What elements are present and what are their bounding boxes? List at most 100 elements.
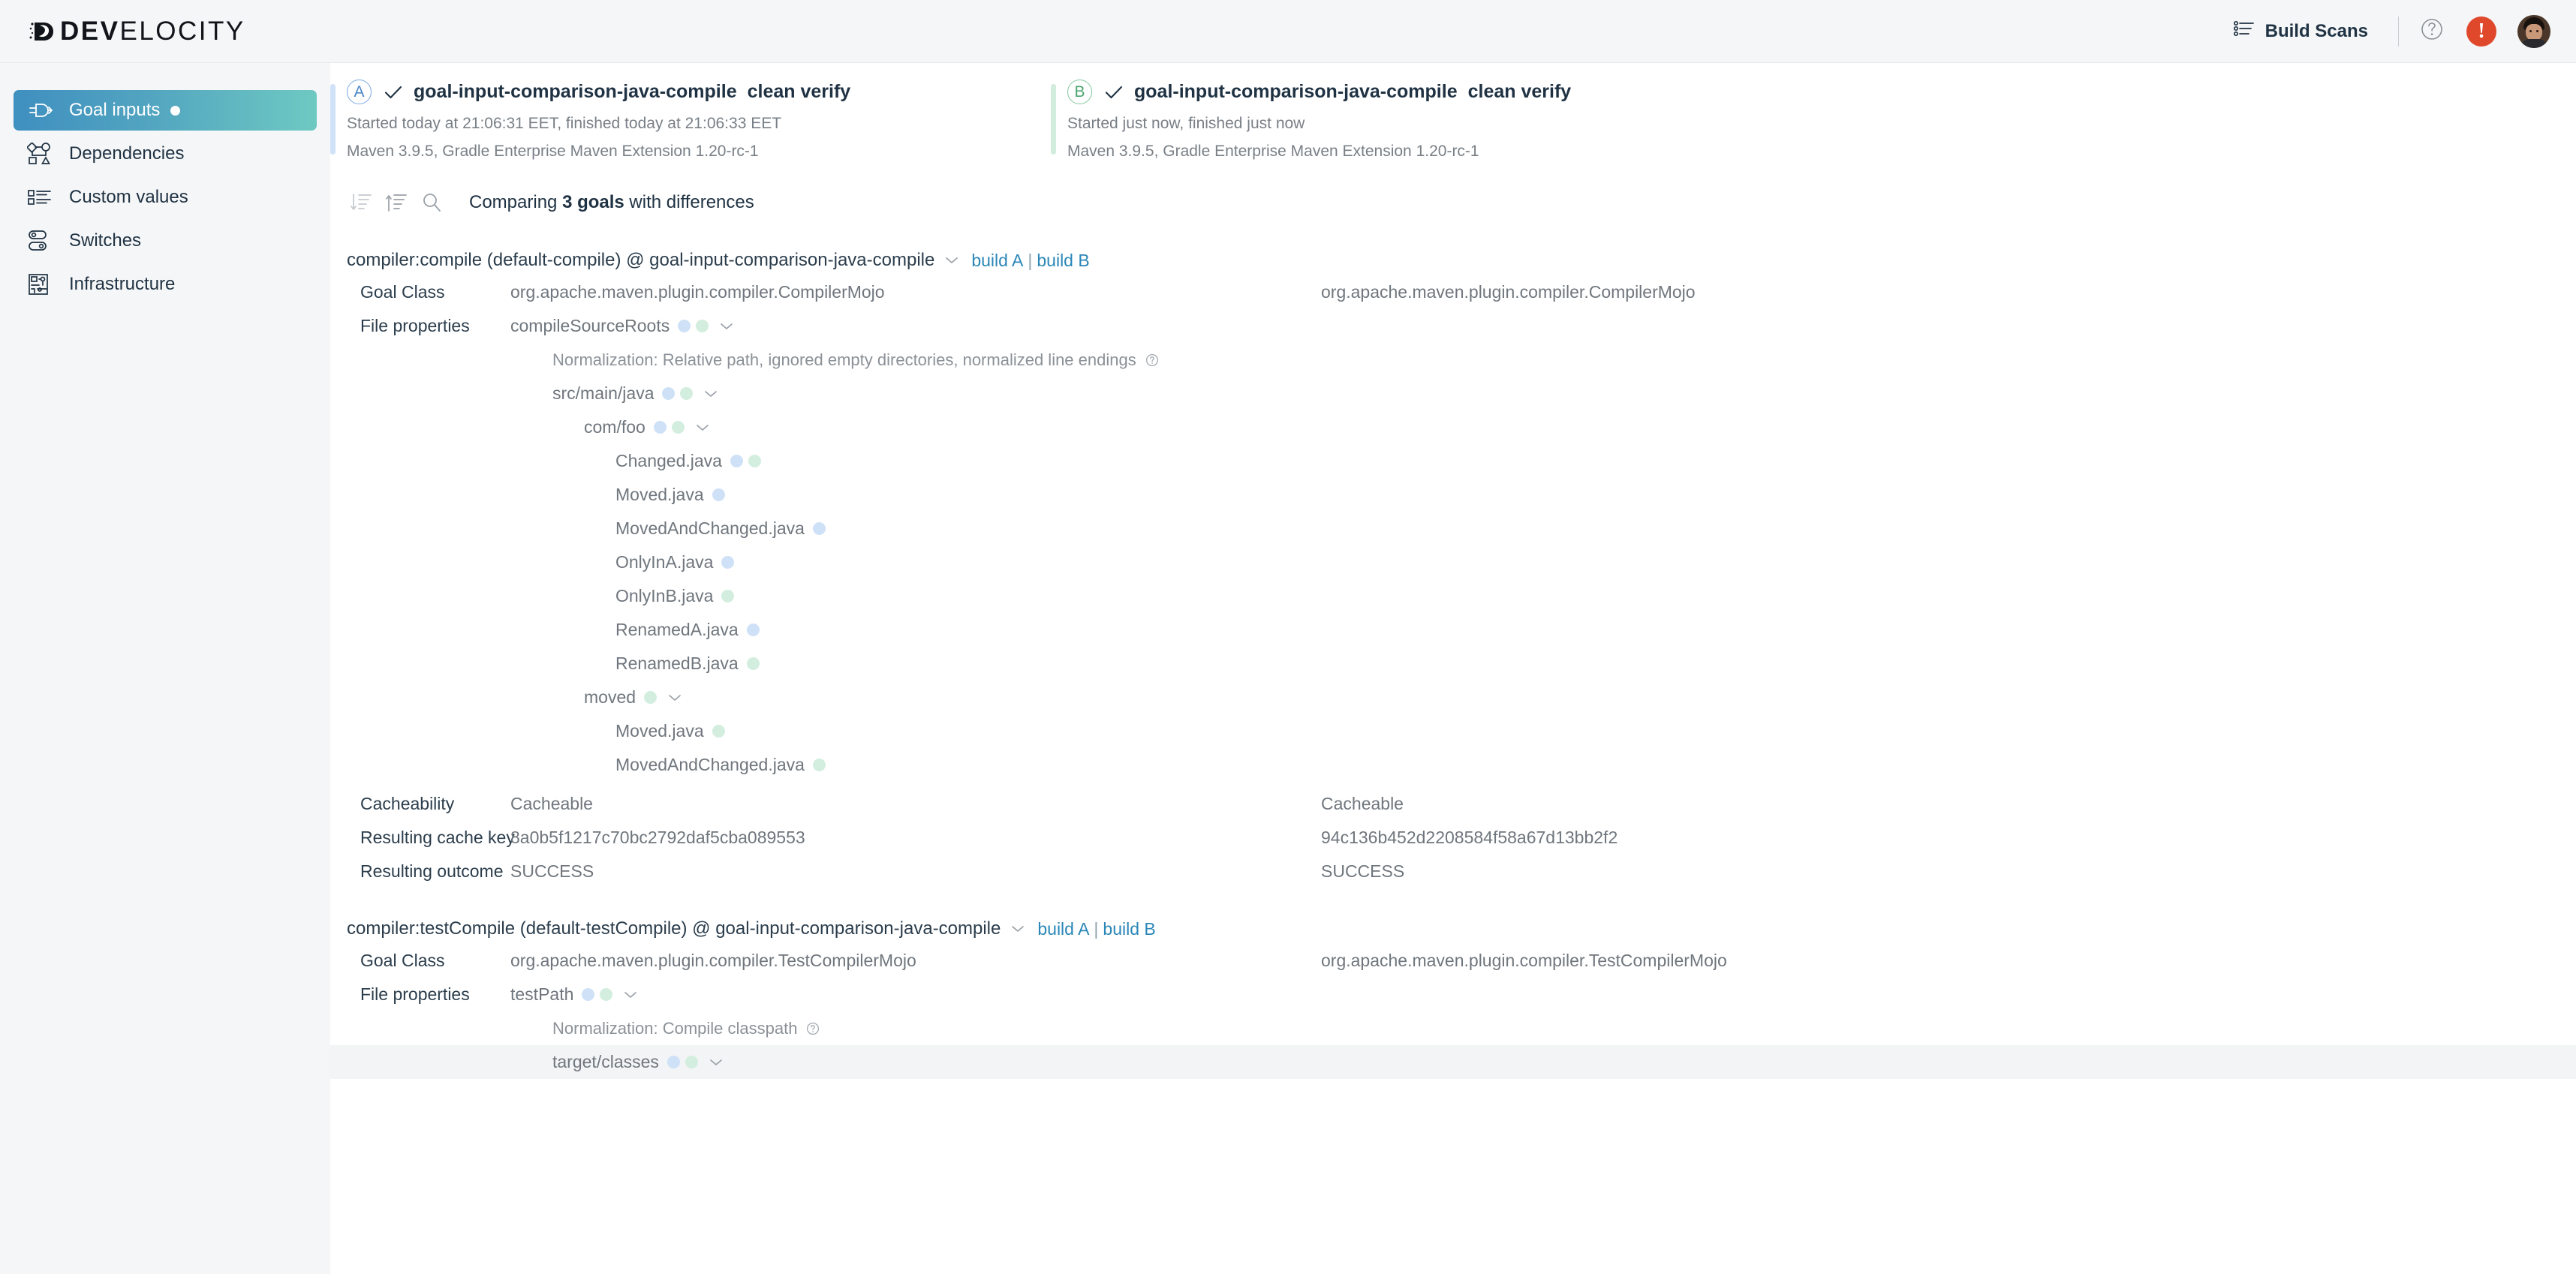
search-icon[interactable]	[417, 188, 446, 217]
presence-dot-b	[746, 657, 760, 670]
tree-row-renamed-a-java[interactable]: RenamedA.java	[330, 613, 2576, 647]
presence-dot-a	[712, 488, 725, 501]
sidebar-item-custom-values[interactable]: Custom values	[14, 177, 317, 218]
chevron-down-icon[interactable]	[695, 422, 710, 433]
top-header-bar: DEVELOCITY Build Scans !	[0, 0, 2576, 63]
goal-1-file-tree: src/main/java com/foo Changed.java Moved…	[330, 377, 2576, 782]
chevron-down-icon[interactable]	[667, 693, 682, 703]
sidebar-item-goal-inputs[interactable]: Goal inputs	[14, 90, 317, 131]
tree-row-com-foo[interactable]: com/foo	[330, 410, 2576, 444]
goal-1-cache-key-b: 94c136b452d2208584f58a67d13bb2f2	[1321, 828, 1618, 847]
goal-2-goal-class-a: org.apache.maven.plugin.compiler.TestCom…	[510, 951, 916, 970]
chevron-down-icon[interactable]	[944, 255, 959, 266]
chevron-down-icon[interactable]	[709, 1057, 724, 1068]
presence-dot-a	[746, 623, 760, 636]
chevron-down-icon[interactable]	[703, 389, 718, 399]
tree-node-name: Moved.java	[615, 485, 704, 504]
toggle-switches-icon	[27, 230, 57, 252]
dependency-graph-icon	[27, 143, 57, 165]
develocity-logo-icon	[29, 17, 59, 47]
goal-1-build-b-link[interactable]: build B	[1037, 251, 1089, 270]
presence-dot-a	[730, 455, 743, 467]
help-button[interactable]	[2418, 16, 2445, 47]
comparison-summary-text: Comparing 3 goals with differences	[469, 192, 754, 213]
chevron-down-icon[interactable]	[1010, 924, 1025, 934]
avatar-eye-left	[2529, 29, 2532, 32]
sidebar-item-switches[interactable]: Switches	[14, 221, 317, 261]
avatar-shoulders	[2520, 38, 2547, 48]
tree-node-name: src/main/java	[552, 383, 655, 403]
goal-1-goal-class-b: org.apache.maven.plugin.compiler.Compile…	[1321, 282, 1696, 302]
sidebar-item-label: Infrastructure	[69, 274, 176, 294]
presence-dots	[721, 556, 735, 569]
tree-row-target-classes[interactable]: target/classes	[330, 1045, 2576, 1079]
tree-node-name: target/classes	[552, 1052, 659, 1071]
presence-dot-a	[667, 1056, 680, 1068]
goal-2-build-a-link[interactable]: build A	[1037, 919, 1089, 939]
goal-1-file-property: compileSourceRoots	[510, 309, 1321, 343]
normalization-text: Normalization: Compile classpath	[552, 1019, 798, 1038]
goal-1-header: compiler:compile (default-compile) @ goa…	[330, 250, 2576, 271]
goal-2-file-properties-row: File properties testPath	[330, 978, 2576, 1011]
presence-dot-b	[721, 590, 735, 602]
check-icon	[384, 84, 403, 101]
tree-node-name: Changed.java	[615, 451, 722, 470]
presence-dots	[712, 488, 725, 501]
chevron-down-icon[interactable]	[719, 321, 734, 332]
goal-1-cacheability-b: Cacheable	[1321, 794, 1404, 813]
normalization-text: Normalization: Relative path, ignored em…	[552, 350, 1136, 369]
goal-2-file-property: testPath	[510, 978, 1321, 1011]
tree-row-renamed-b-java[interactable]: RenamedB.java	[330, 647, 2576, 681]
tree-row-only-in-b-java[interactable]: OnlyInB.java	[330, 579, 2576, 613]
presence-dot-b	[600, 988, 613, 1001]
presence-dot-a	[721, 556, 735, 569]
goal-1-build-a-link[interactable]: build A	[971, 251, 1023, 270]
tree-row-moved-folder-moved-java[interactable]: Moved.java	[330, 714, 2576, 748]
presence-dots	[582, 988, 613, 1001]
presence-dots	[746, 657, 760, 670]
presence-dot-b	[680, 387, 694, 400]
sidebar-item-label: Goal inputs	[69, 100, 161, 120]
build-scans-button[interactable]: Build Scans	[2223, 15, 2379, 47]
presence-dots	[812, 759, 826, 771]
user-avatar[interactable]	[2517, 14, 2550, 48]
file-property-name: testPath	[510, 984, 574, 1004]
tree-row-only-in-a-java[interactable]: OnlyInA.java	[330, 545, 2576, 579]
question-circle-icon[interactable]	[805, 1021, 820, 1036]
presence-dots	[653, 421, 685, 434]
sidebar-item-dependencies[interactable]: Dependencies	[14, 134, 317, 174]
collapse-all-icon[interactable]	[347, 188, 375, 217]
presence-dot-a	[582, 988, 595, 1001]
goal-2-build-b-link[interactable]: build B	[1103, 919, 1155, 939]
sidebar-item-infrastructure[interactable]: Infrastructure	[14, 264, 317, 305]
presence-dots	[721, 590, 735, 602]
link-separator: |	[1028, 250, 1033, 270]
row-label: Goal Class	[360, 282, 445, 302]
presence-dot-a	[678, 320, 691, 332]
tree-node-name: OnlyInB.java	[615, 586, 714, 605]
header-divider	[2398, 16, 2399, 47]
file-property-name: compileSourceRoots	[510, 316, 670, 335]
tree-row-moved-folder[interactable]: moved	[330, 681, 2576, 714]
build-b-goals: clean verify	[1467, 81, 1572, 102]
build-a-timing: Started today at 21:06:31 EET, finished …	[347, 115, 782, 132]
goal-1-outcome-row: Resulting outcome SUCCESS SUCCESS	[330, 855, 2576, 888]
alert-exclamation-glyph: !	[2478, 19, 2485, 43]
question-circle-icon[interactable]	[1145, 353, 1160, 368]
tree-row-changed-java[interactable]: Changed.java	[330, 444, 2576, 478]
goal-build-links: build A | build B	[971, 251, 1089, 271]
tree-row-src-main-java[interactable]: src/main/java	[330, 377, 2576, 410]
goal-section-compiler-test-compile: compiler:testCompile (default-testCompil…	[330, 918, 2576, 1079]
goal-1-file-properties-row: File properties compileSourceRoots	[330, 309, 2576, 343]
presence-dots	[746, 623, 760, 636]
chevron-down-icon[interactable]	[623, 990, 638, 1000]
tree-row-moved-java[interactable]: Moved.java	[330, 478, 2576, 512]
presence-dot-b	[685, 1056, 698, 1068]
tree-row-moved-and-changed-java[interactable]: MovedAndChanged.java	[330, 512, 2576, 545]
app-logo[interactable]: DEVELOCITY	[29, 0, 245, 63]
presence-dot-b	[748, 455, 761, 467]
tree-row-moved-folder-moved-and-changed-java[interactable]: MovedAndChanged.java	[330, 748, 2576, 782]
alert-notification-badge[interactable]: !	[2466, 16, 2496, 47]
expand-all-icon[interactable]	[382, 188, 411, 217]
list-values-icon	[27, 188, 57, 207]
